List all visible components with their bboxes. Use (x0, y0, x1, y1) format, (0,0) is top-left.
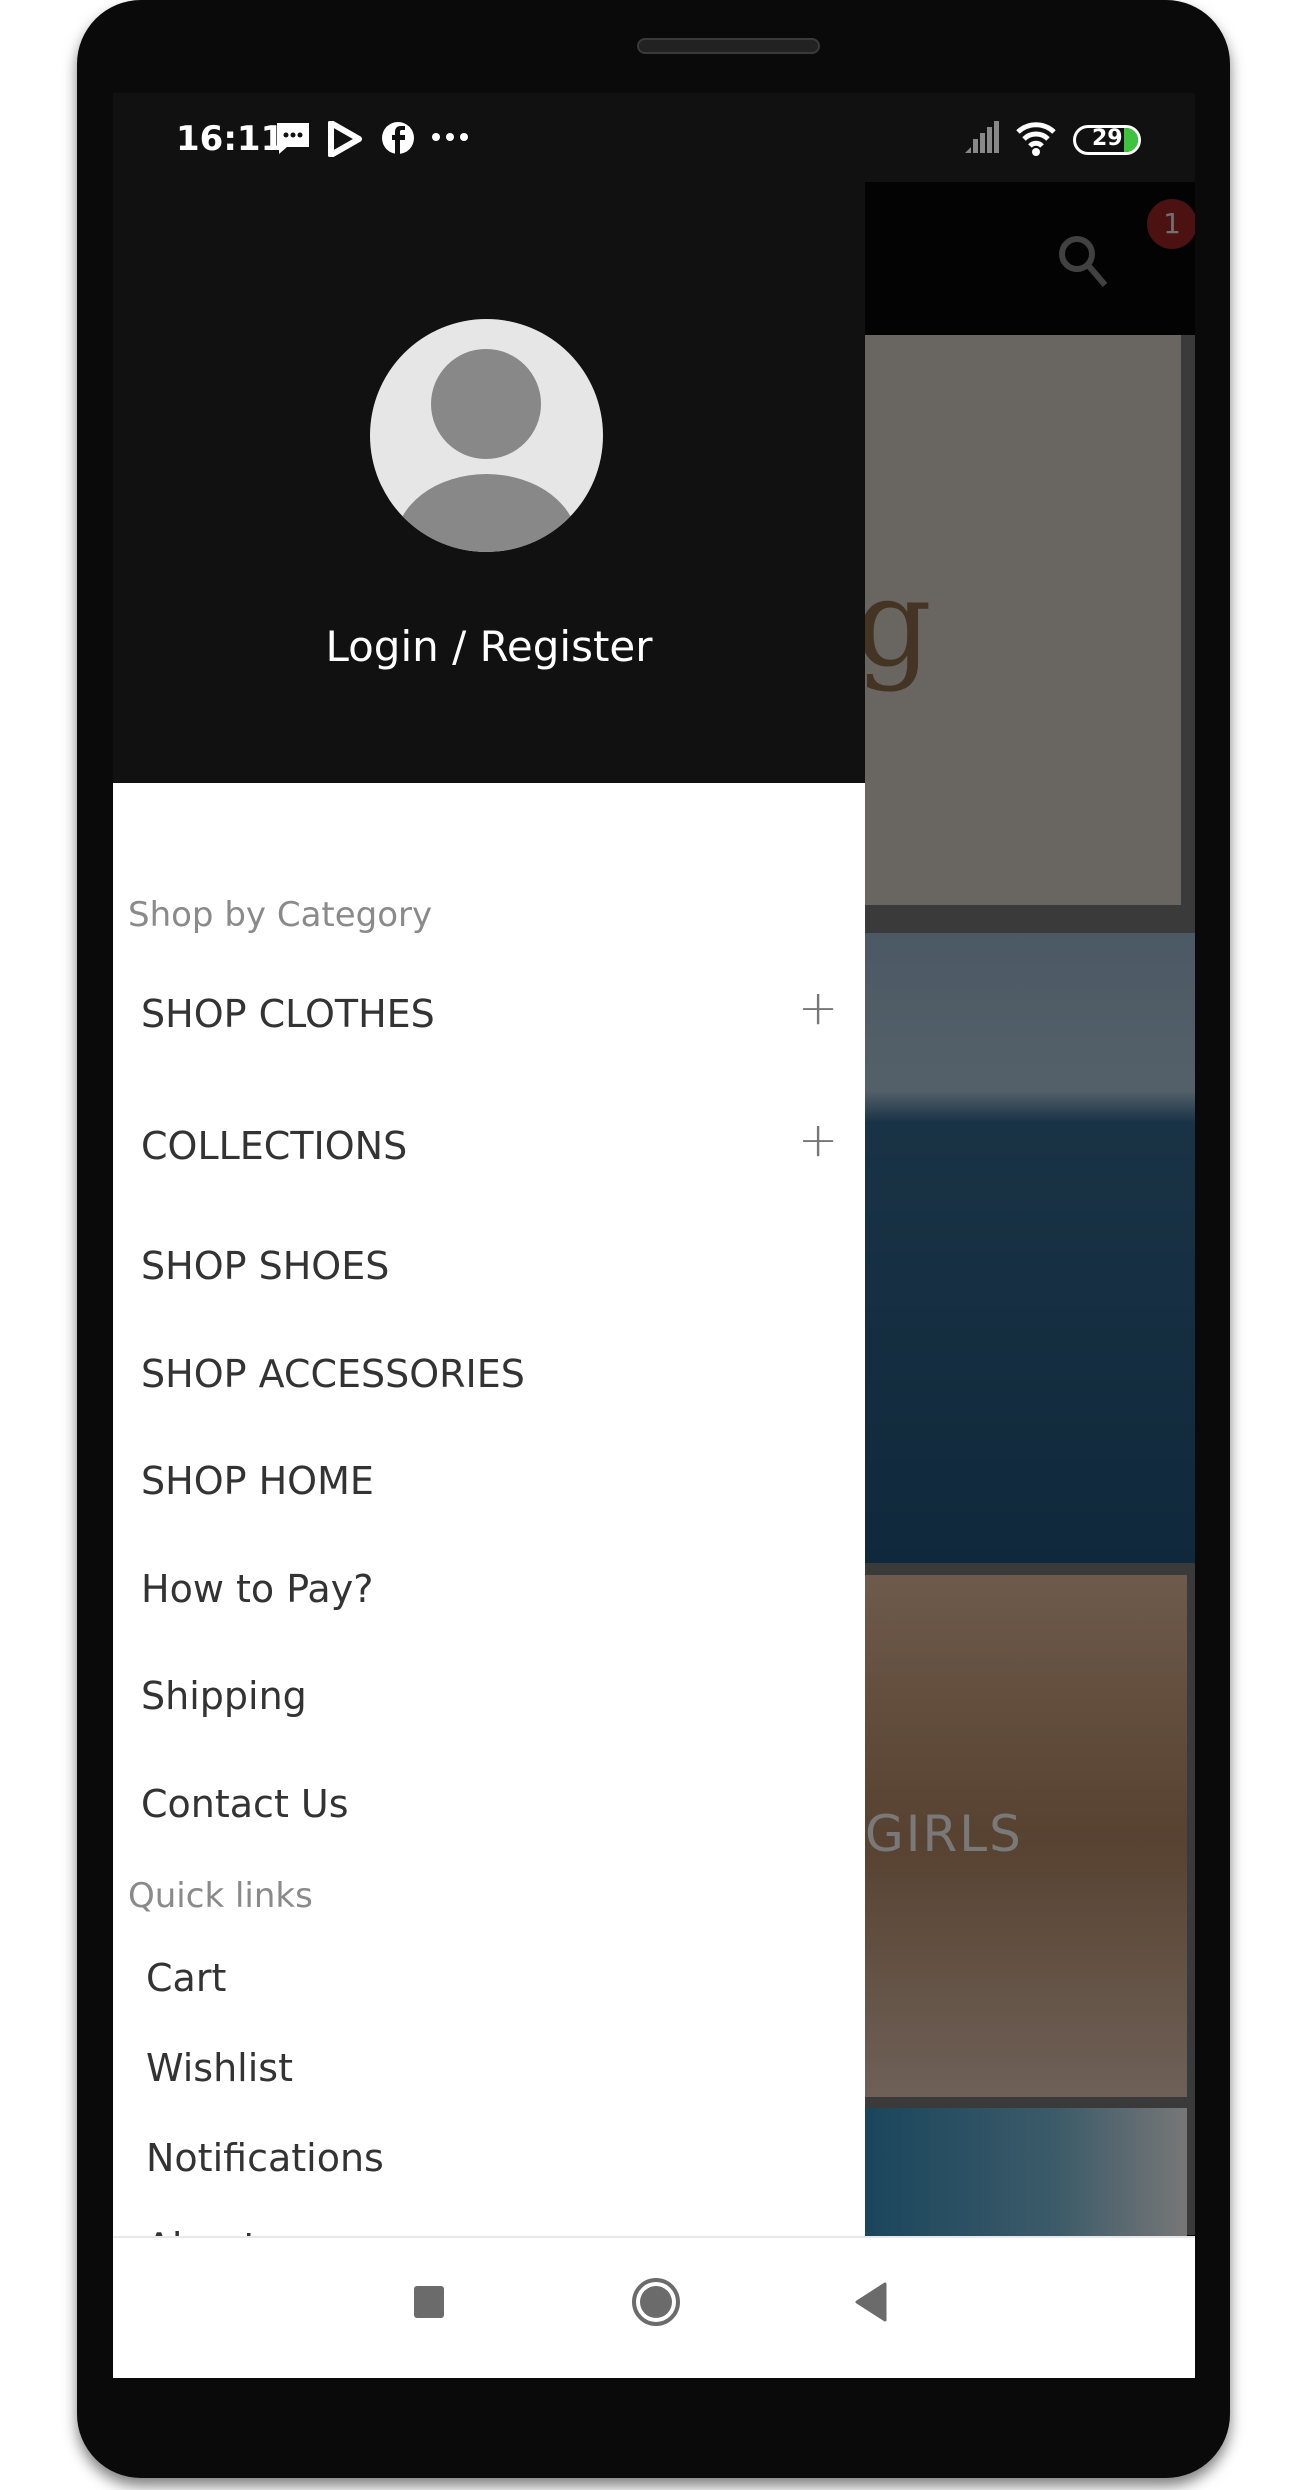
quick-links-heading: Quick links (128, 1876, 313, 1916)
facebook-icon (382, 122, 414, 154)
menu-shop-clothes[interactable]: SHOP CLOTHES (141, 992, 841, 1036)
phone-speaker (637, 38, 820, 54)
menu-contact-us[interactable]: Contact Us (141, 1782, 841, 1826)
drawer-scrim[interactable] (865, 182, 1195, 2242)
recents-button[interactable] (414, 2286, 444, 2318)
drawer-header: Login / Register (113, 182, 865, 783)
menu-shipping[interactable]: Shipping (141, 1674, 841, 1718)
shop-by-category-heading: Shop by Category (128, 895, 433, 935)
menu-how-to-pay[interactable]: How to Pay? (141, 1567, 841, 1611)
battery-icon: 29 (1073, 125, 1141, 155)
message-icon (277, 123, 309, 154)
quick-link-about[interactable]: About (146, 2225, 846, 2236)
battery-level: 29 (1092, 126, 1123, 151)
status-time: 16:11 (176, 119, 285, 159)
menu-shop-shoes[interactable]: SHOP SHOES (141, 1244, 841, 1288)
navigation-drawer: Login / Register Shop by Category SHOP C… (113, 182, 865, 2236)
more-icon (432, 133, 468, 141)
home-button[interactable] (632, 2278, 680, 2326)
play-store-icon (328, 121, 362, 157)
avatar[interactable] (370, 319, 603, 552)
wifi-icon (1016, 122, 1056, 156)
login-register-link[interactable]: Login / Register (113, 622, 865, 671)
menu-collections[interactable]: COLLECTIONS (141, 1124, 841, 1168)
menu-shop-home[interactable]: SHOP HOME (141, 1459, 841, 1503)
quick-link-cart[interactable]: Cart (146, 1956, 846, 2000)
screen: 16:11 29 1 g GIRLS Login / Register Shop… (113, 93, 1195, 2378)
status-bar: 16:11 29 (113, 93, 1195, 182)
back-button[interactable] (855, 2282, 887, 2322)
quick-link-notifications[interactable]: Notifications (146, 2136, 846, 2180)
system-nav-bar (113, 2236, 1195, 2378)
menu-shop-accessories[interactable]: SHOP ACCESSORIES (141, 1352, 841, 1396)
quick-link-wishlist[interactable]: Wishlist (146, 2046, 846, 2090)
expand-shop-clothes-icon[interactable]: + (798, 980, 838, 1036)
signal-icon (965, 121, 999, 153)
expand-collections-icon[interactable]: + (798, 1112, 838, 1168)
